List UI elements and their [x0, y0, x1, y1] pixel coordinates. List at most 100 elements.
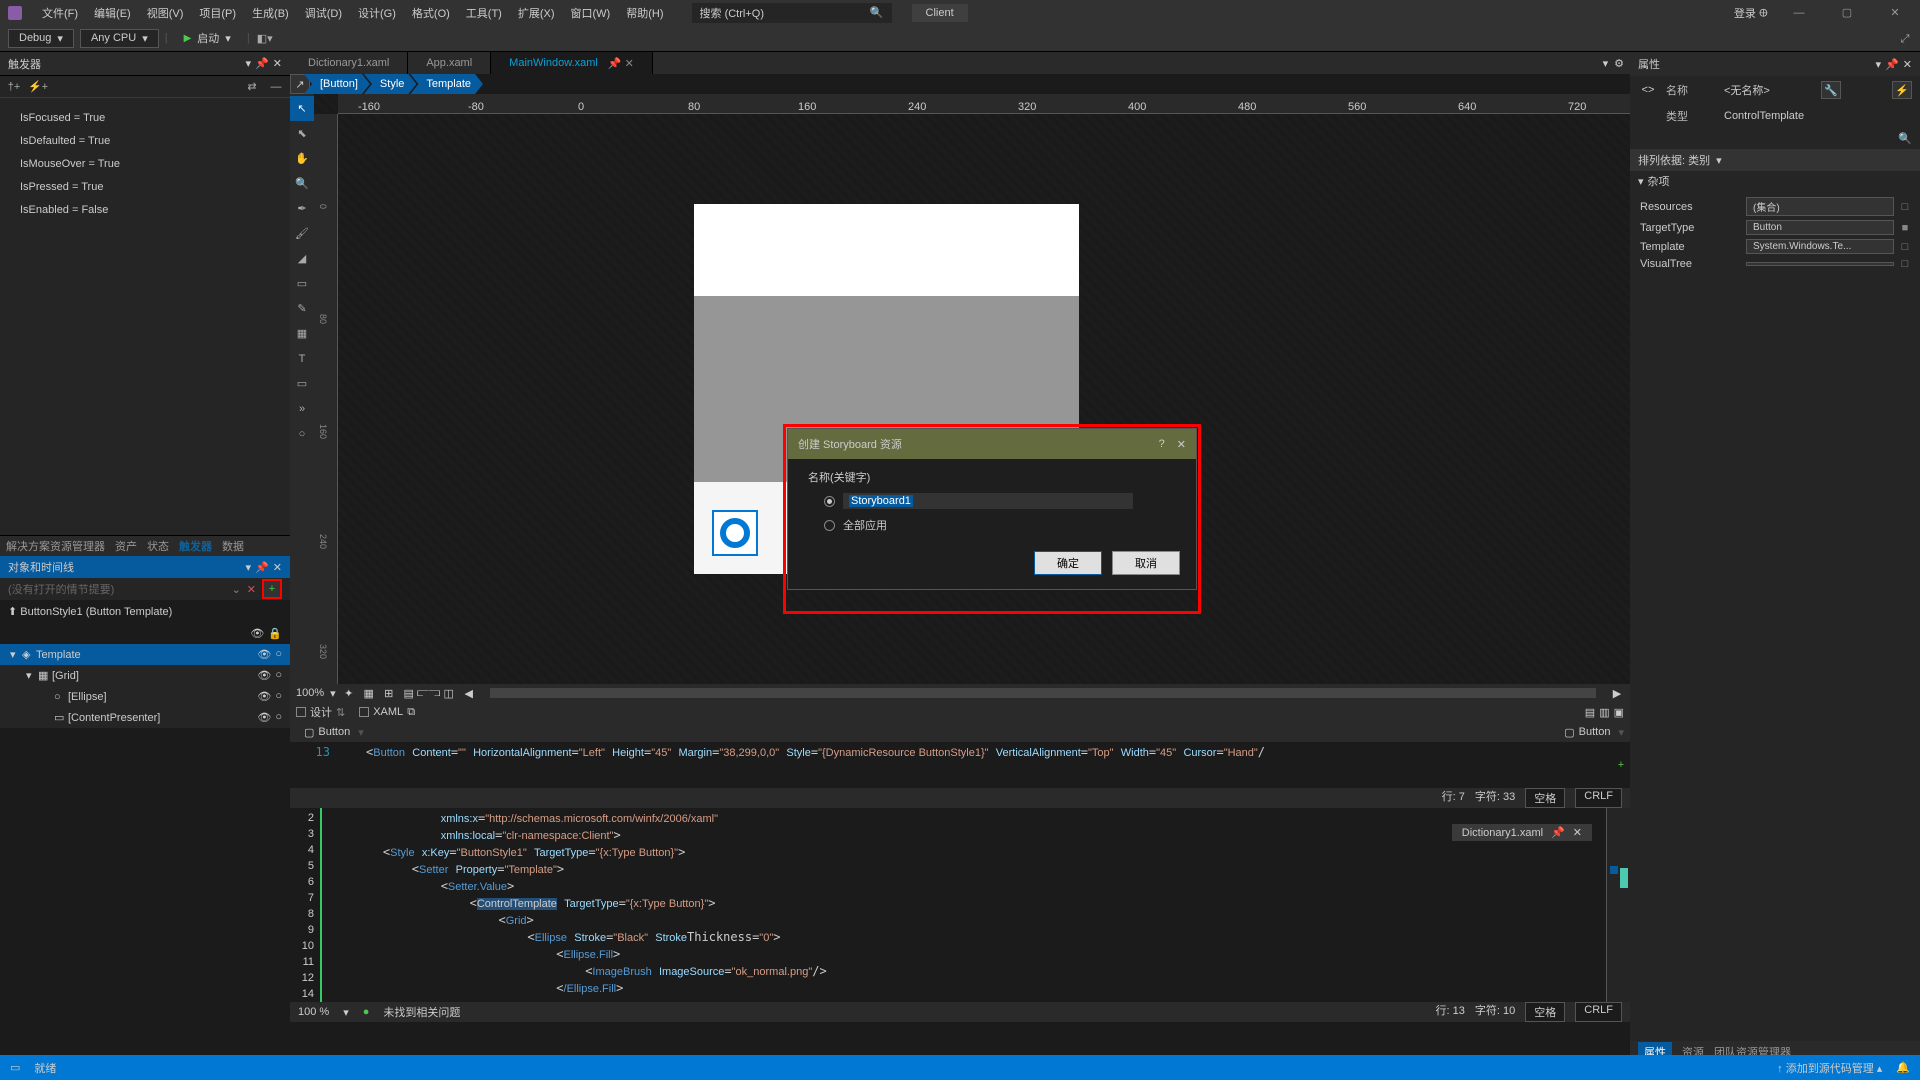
pin-icon[interactable]: 📌 — [1885, 58, 1899, 71]
trigger-item[interactable]: IsDefaulted = True — [0, 129, 290, 152]
trigger-add-icon[interactable]: †+ — [6, 79, 22, 95]
snap4-icon[interactable]: ◀ — [462, 686, 476, 700]
radio-all-app[interactable]: 全部应用 — [804, 513, 1180, 537]
button-icon[interactable]: ▭ — [290, 371, 314, 396]
wrench-button[interactable]: 🔧 — [1821, 81, 1841, 99]
code-pane-2[interactable]: Dictionary1.xaml📌✕ xmlns:x="http://schem… — [346, 808, 1606, 1002]
pin-icon[interactable]: 📌 — [1551, 826, 1565, 839]
menu-format[interactable]: 格式(O) — [404, 0, 458, 25]
tree-item[interactable]: ▾▦[Grid]👁○ — [0, 665, 290, 686]
split-h-icon[interactable]: ▤ — [1585, 706, 1595, 719]
tree-item[interactable]: ▭[ContentPresenter]👁○ — [0, 707, 290, 728]
left-tab[interactable]: 资产 — [115, 538, 137, 554]
start-button[interactable]: ▶启动▾ — [174, 28, 241, 48]
client-selector[interactable]: Client — [912, 4, 968, 22]
search-icon[interactable]: 🔍 — [1898, 132, 1912, 145]
direct-select-icon[interactable]: ⬉ — [290, 121, 314, 146]
code-nav-left[interactable]: ▢ Button — [296, 726, 358, 739]
scrollbar-h[interactable] — [490, 688, 1596, 698]
code-nav-right[interactable]: ▢ Button — [1556, 726, 1618, 739]
trigger-delete-icon[interactable]: — — [268, 79, 284, 95]
menu-design[interactable]: 设计(G) — [350, 0, 404, 25]
target-button[interactable] — [712, 510, 758, 556]
effects-icon[interactable]: ✦ — [342, 686, 356, 700]
menu-extensions[interactable]: 扩展(X) — [510, 0, 563, 25]
eyedropper-icon[interactable]: ✒ — [290, 196, 314, 221]
storyboard-name-input[interactable]: Storyboard1 — [843, 493, 1133, 509]
grid-icon[interactable]: ▦ — [290, 321, 314, 346]
menu-project[interactable]: 项目(P) — [191, 0, 244, 25]
code-pane-1[interactable]: <Button Content="" HorizontalAlignment="… — [358, 742, 1612, 788]
platform-combo[interactable]: Any CPU▾ — [80, 29, 159, 48]
grid6-icon[interactable]: ▦ — [362, 686, 376, 700]
brush-icon[interactable]: 🖌 — [290, 221, 314, 246]
close-icon[interactable]: ✕ — [273, 57, 282, 70]
misc-category[interactable]: ▾杂项 — [1630, 171, 1920, 191]
menu-window[interactable]: 窗口(W) — [563, 0, 619, 25]
text-icon[interactable]: T — [290, 346, 314, 371]
crumb-template[interactable]: Template — [410, 74, 483, 94]
dialog-titlebar[interactable]: 创建 Storyboard 资源 ?✕ — [788, 429, 1196, 459]
popout-icon[interactable]: ⧉ — [407, 706, 415, 719]
notifications-icon[interactable]: 🔔 — [1896, 1061, 1910, 1074]
left-tab[interactable]: 数据 — [222, 538, 244, 554]
chevron-down-icon[interactable]: ⌄ — [232, 583, 241, 596]
code-zoom[interactable]: 100 % — [298, 1006, 329, 1018]
close-icon[interactable]: ✕ — [273, 561, 282, 574]
left-tab[interactable]: 解决方案资源管理器 — [6, 538, 105, 554]
dropdown-icon[interactable]: ▾ — [246, 57, 252, 70]
menu-edit[interactable]: 编辑(E) — [86, 0, 139, 25]
gear-icon[interactable]: ⚙ — [1614, 57, 1624, 70]
minimap[interactable] — [1606, 808, 1630, 1002]
cancel-button[interactable]: 取消 — [1112, 551, 1180, 575]
menu-tools[interactable]: 工具(T) — [458, 0, 510, 25]
design-tab[interactable]: 设计⇅ — [296, 704, 345, 720]
property-row[interactable]: TemplateSystem.Windows.Te...□ — [1630, 237, 1920, 256]
tree-item[interactable]: ○[Ellipse]👁○ — [0, 686, 290, 707]
sort-row[interactable]: 排列依据: 类别▾ — [1630, 149, 1920, 171]
gradient-icon[interactable]: ◢ — [290, 246, 314, 271]
file-tab[interactable]: Dictionary1.xaml📌✕ — [1452, 824, 1592, 841]
dropdown-icon[interactable]: ▾ — [1603, 57, 1609, 70]
trigger-item[interactable]: IsFocused = True — [0, 106, 290, 129]
close-icon[interactable]: ✕ — [1903, 58, 1912, 71]
trigger-event-icon[interactable]: ⚡+ — [30, 79, 46, 95]
property-row[interactable]: Resources(集合)□ — [1630, 195, 1920, 218]
left-tab[interactable]: 触发器 — [179, 538, 212, 554]
trigger-item[interactable]: IsPressed = True — [0, 175, 290, 198]
source-control-button[interactable]: ↑ 添加到源代码管理 ▴ — [1777, 1060, 1882, 1076]
snap2-icon[interactable]: ⫍⫎ — [422, 686, 436, 700]
menu-debug[interactable]: 调试(D) — [297, 0, 350, 25]
search-input[interactable]: 搜索 (Ctrl+Q)🔍 — [692, 3, 892, 23]
maximize-button[interactable]: ▢ — [1830, 0, 1864, 25]
close-icon[interactable]: ✕ — [1177, 438, 1186, 451]
menu-help[interactable]: 帮助(H) — [618, 0, 671, 25]
split-v-icon[interactable]: ▥ — [1599, 706, 1609, 719]
lock-icon[interactable]: 🔒 — [268, 627, 282, 640]
login-button[interactable]: 登录 𐀏 — [1734, 5, 1768, 21]
crumb-style[interactable]: Style — [364, 74, 416, 94]
dropdown-icon[interactable]: ▾ — [1876, 58, 1882, 71]
zoom-icon[interactable]: 🔍 — [290, 171, 314, 196]
ellipse-tool-icon[interactable]: ○ — [290, 421, 314, 446]
live-share-icon[interactable]: ⤢ — [1896, 30, 1914, 48]
designer-surface[interactable]: ↖ ⬉ ✋ 🔍 ✒ 🖌 ◢ ▭ ✎ ▦ T ▭ » ○ -160-8008016… — [290, 94, 1630, 684]
grid9-icon[interactable]: ⊞ — [382, 686, 396, 700]
add-icon[interactable]: + — [1612, 742, 1630, 788]
pin-icon[interactable]: 📌 — [255, 561, 269, 574]
ok-button[interactable]: 确定 — [1034, 551, 1102, 575]
events-button[interactable]: ⚡ — [1892, 81, 1912, 99]
trigger-item[interactable]: IsMouseOver = True — [0, 152, 290, 175]
document-tab[interactable]: MainWindow.xaml📌 ✕ — [491, 52, 653, 74]
dropdown-icon[interactable]: ▾ — [246, 561, 252, 574]
collapse-icon[interactable]: ▣ — [1614, 706, 1624, 719]
snap-icon[interactable]: ▤ — [402, 686, 416, 700]
minimize-button[interactable]: — — [1782, 0, 1816, 25]
close-storyboard-icon[interactable]: ✕ — [247, 583, 256, 596]
snap5-icon[interactable]: ▶ — [1610, 686, 1624, 700]
menu-file[interactable]: 文件(F) — [34, 0, 86, 25]
pin-icon[interactable]: 📌 — [255, 57, 269, 70]
zoom-level[interactable]: 100% — [296, 687, 324, 699]
pen-icon[interactable]: ✎ — [290, 296, 314, 321]
menu-view[interactable]: 视图(V) — [139, 0, 192, 25]
